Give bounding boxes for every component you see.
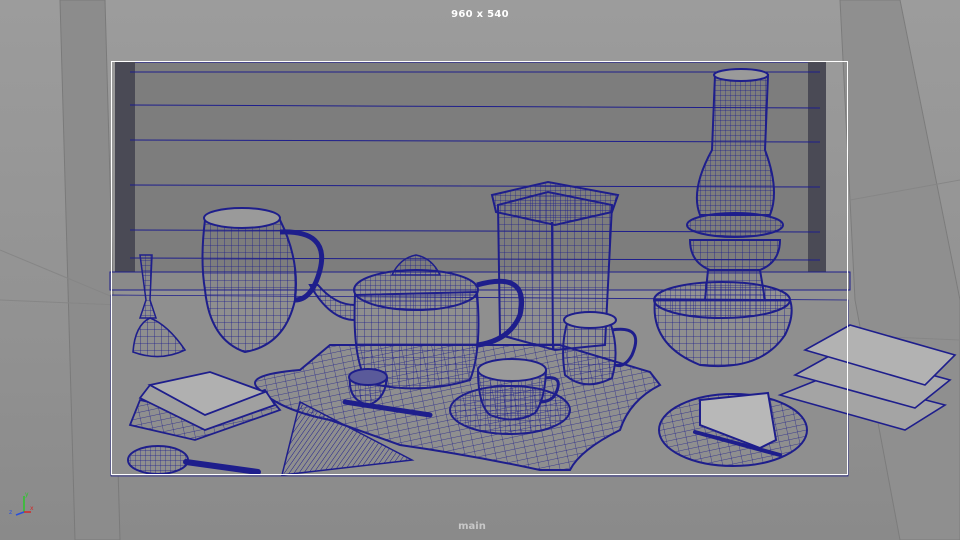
camera-name-label: main: [458, 521, 486, 532]
x-axis-label: x: [30, 505, 34, 512]
3d-viewport[interactable]: 960 x 540 y x z main: [0, 0, 960, 540]
y-axis-label: y: [25, 491, 29, 498]
wireframe-scene[interactable]: [0, 0, 960, 540]
cake-plate-mesh[interactable]: [658, 391, 808, 467]
axis-gizmo: y x z: [9, 491, 34, 516]
z-axis-label: z: [9, 509, 12, 516]
z-axis-line: [15, 511, 25, 516]
resolution-label: 960 x 540: [451, 9, 509, 20]
